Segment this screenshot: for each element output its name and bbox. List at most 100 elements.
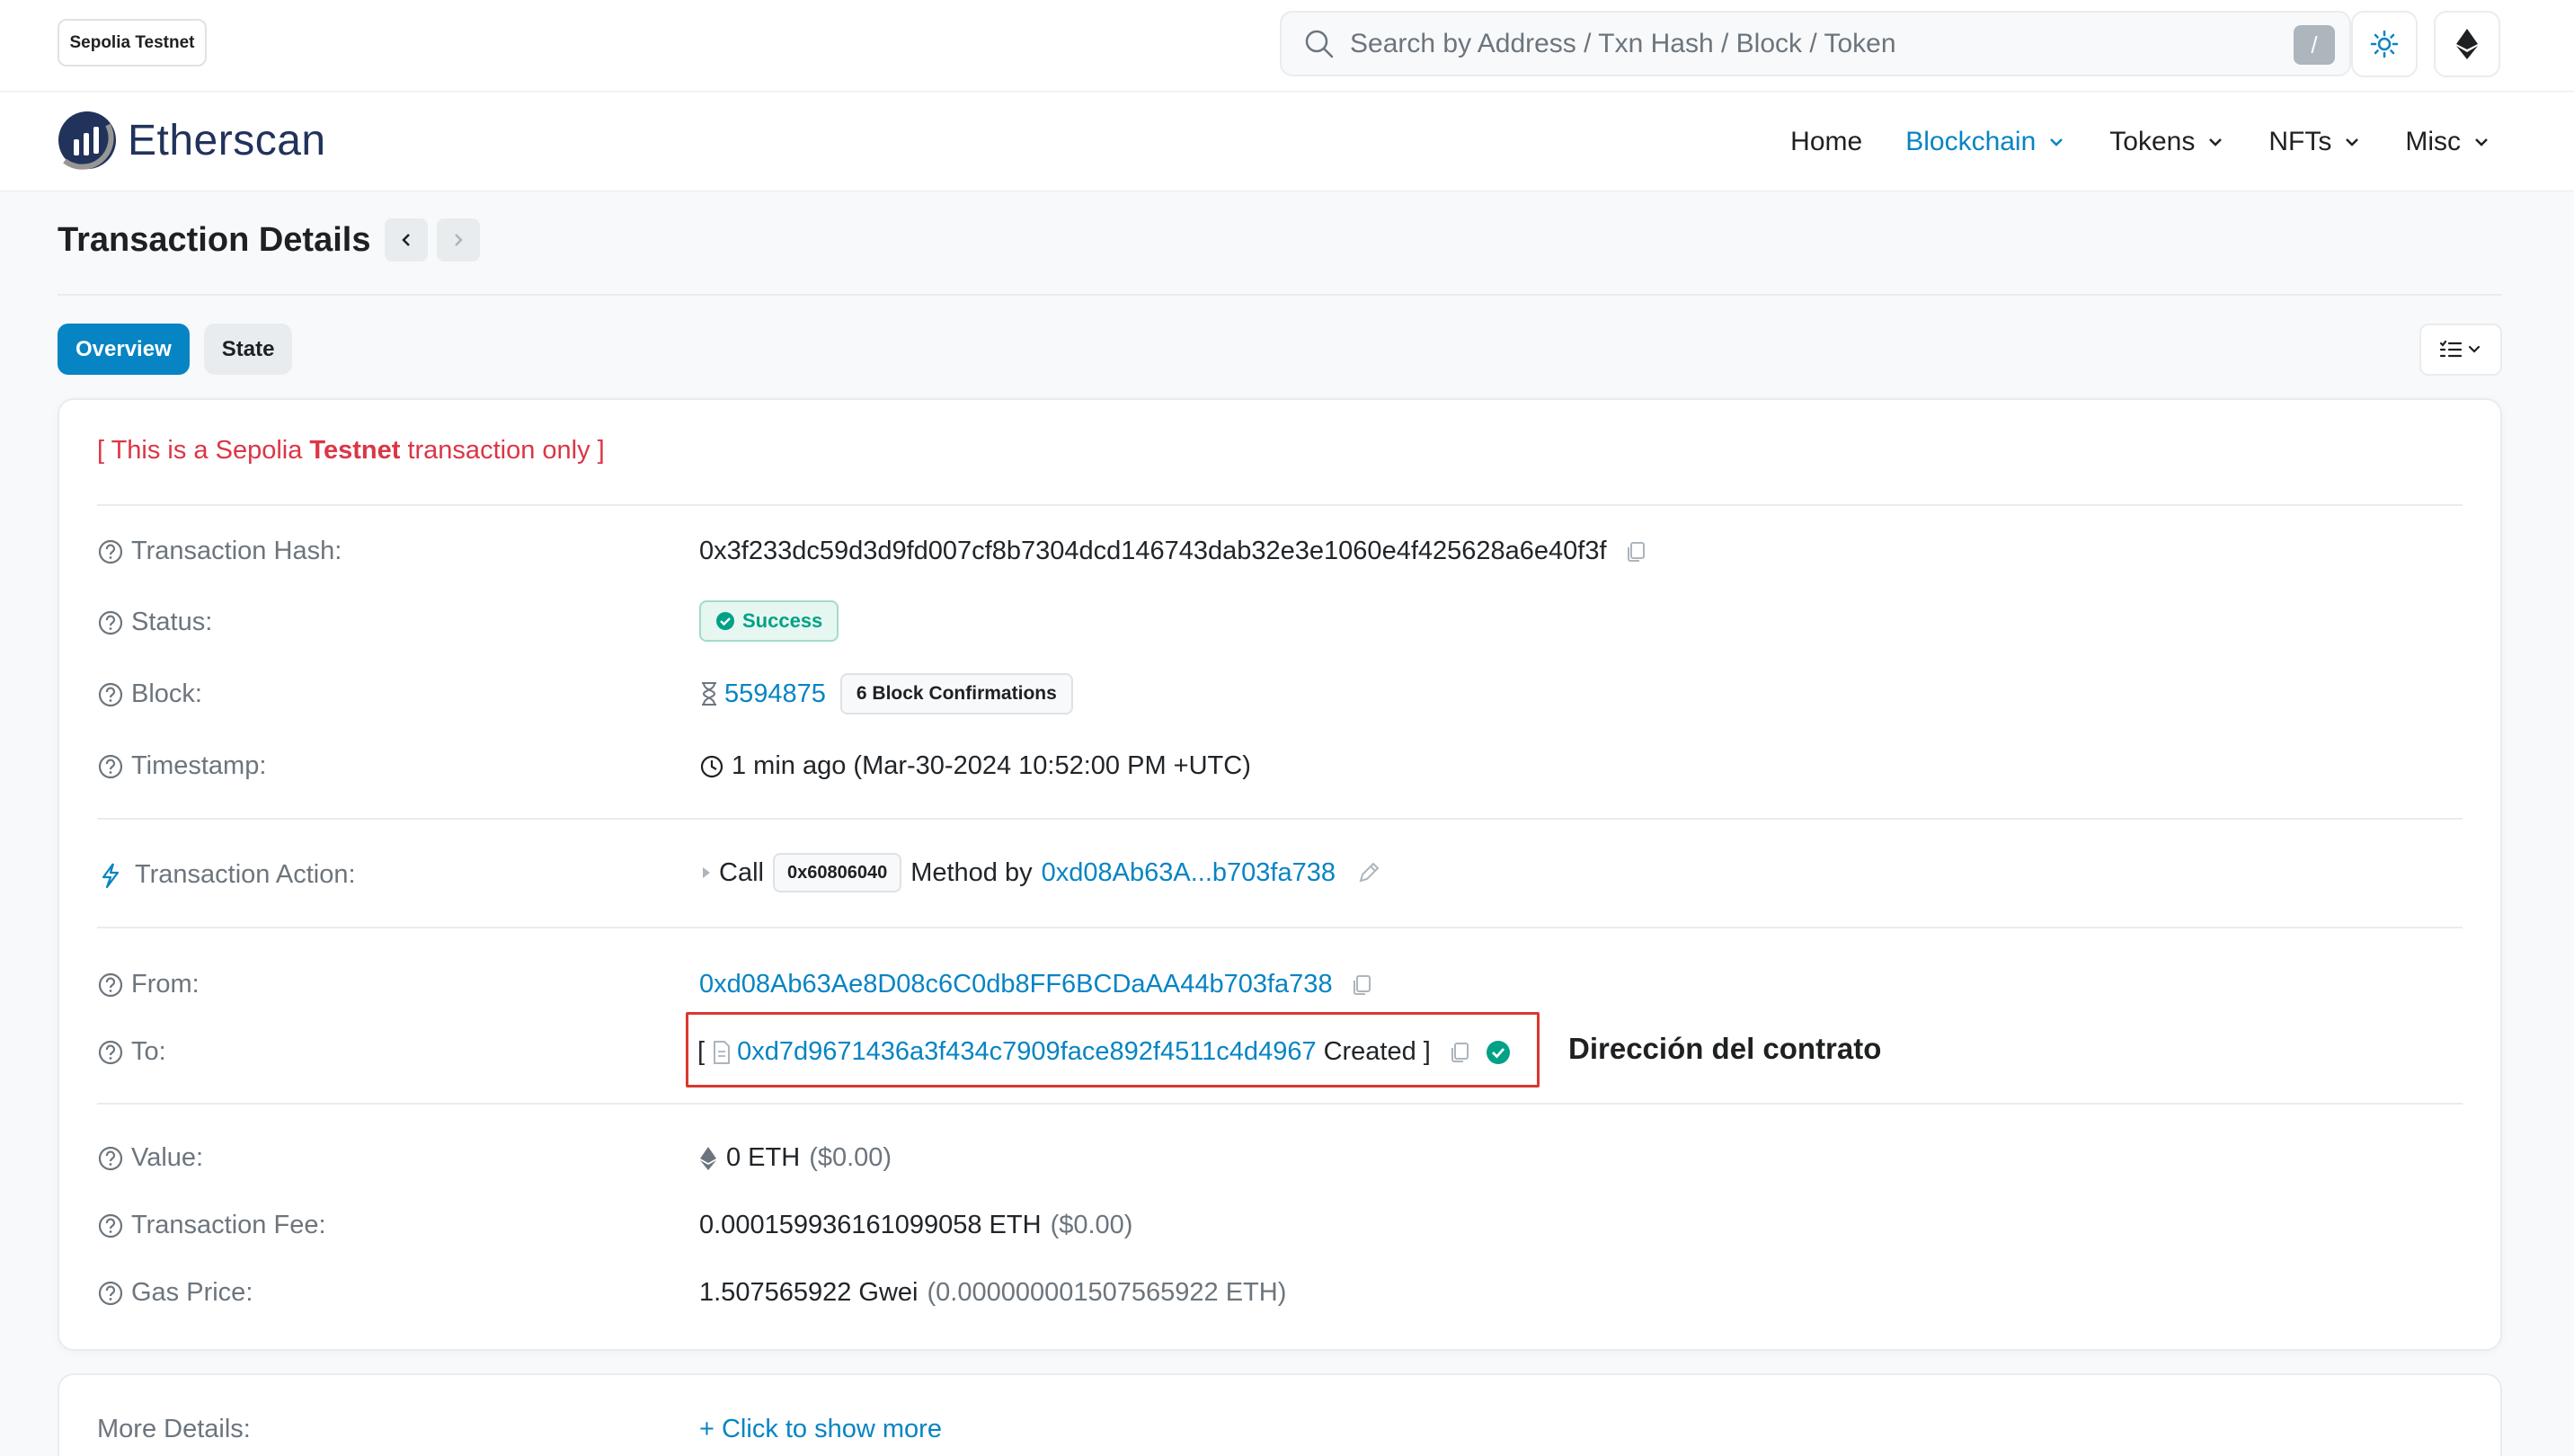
from-address-link[interactable]: 0xd08Ab63Ae8D08c6C0db8FF6BCDaAA44b703fa7… xyxy=(699,970,1333,999)
nav-blockchain[interactable]: Blockchain xyxy=(1905,127,2066,157)
nav-label: Tokens xyxy=(2109,127,2196,156)
block-label: Block: xyxy=(97,679,202,709)
value-amount: 0 ETH xyxy=(726,1143,801,1172)
next-tx-button[interactable] xyxy=(437,218,481,262)
tx-fee-value: 0.000159936161099058 ETH ($0.00) xyxy=(699,1211,1132,1240)
block-value: 5594875 6 Block Confirmations xyxy=(699,673,1073,715)
label-text: Status: xyxy=(131,608,213,636)
network-switch-button[interactable] xyxy=(2434,11,2500,77)
tx-hash-text: 0x3f233dc59d3d9fd007cf8b7304dcd146743dab… xyxy=(699,537,1607,565)
gas-price-label: Gas Price: xyxy=(97,1278,253,1308)
value-value: 0 ETH ($0.00) xyxy=(699,1143,892,1173)
show-more-link[interactable]: + Click to show more xyxy=(699,1415,942,1444)
label-text: Gas Price: xyxy=(131,1278,253,1307)
label-text: Timestamp: xyxy=(131,751,267,780)
tx-action-value: Call 0x60806040 Method by 0xd08Ab63A...b… xyxy=(699,853,1382,892)
annotation-highlight-box xyxy=(686,1012,1540,1088)
detail-tabs: Overview State xyxy=(58,324,306,375)
list-options-icon xyxy=(2439,340,2481,358)
search-shortcut-key: / xyxy=(2294,25,2335,65)
lightning-icon xyxy=(102,862,120,888)
label-text: Transaction Hash: xyxy=(131,537,342,565)
etherscan-logo[interactable]: Etherscan xyxy=(56,109,326,172)
question-circle-icon[interactable] xyxy=(97,1039,124,1066)
nav-label: Blockchain xyxy=(1905,127,2037,156)
question-circle-icon[interactable] xyxy=(97,1145,124,1172)
etherscan-logo-icon xyxy=(58,111,116,170)
chevron-down-icon xyxy=(2050,138,2064,146)
timestamp-value: 1 min ago (Mar-30-2024 10:52:00 PM +UTC) xyxy=(699,751,1251,781)
main-navbar: Etherscan Home Blockchain Tokens NFTs Mi… xyxy=(0,93,2574,191)
divider xyxy=(97,818,2463,820)
chevron-left-icon xyxy=(402,234,411,246)
label-text: Transaction Action: xyxy=(135,860,356,889)
annotation-label: Dirección del contrato xyxy=(1568,1032,1882,1065)
copy-icon[interactable] xyxy=(1623,539,1648,564)
tx-fee-label: Transaction Fee: xyxy=(97,1211,326,1240)
question-circle-icon[interactable] xyxy=(97,1280,124,1307)
edit-pencil-icon[interactable] xyxy=(1355,859,1382,886)
label-text: Value: xyxy=(131,1143,204,1172)
label-text: From: xyxy=(131,970,200,999)
more-details-label: More Details: xyxy=(97,1415,251,1443)
chevron-down-icon xyxy=(2475,138,2488,146)
hourglass-icon xyxy=(702,682,716,706)
divider xyxy=(97,1103,2463,1105)
theme-toggle-button[interactable] xyxy=(2351,11,2418,77)
chevron-down-icon xyxy=(2209,138,2223,146)
question-circle-icon[interactable] xyxy=(97,609,124,636)
testnet-notice: [ This is a Sepolia Testnet transaction … xyxy=(97,436,605,466)
search-input[interactable]: Search by Address / Txn Hash / Block / T… xyxy=(1350,29,1896,59)
network-badge[interactable]: Sepolia Testnet xyxy=(58,19,207,67)
tx-hash-value: 0x3f233dc59d3d9fd007cf8b7304dcd146743dab… xyxy=(699,537,1648,566)
check-circle-icon xyxy=(716,612,734,630)
block-number-link[interactable]: 5594875 xyxy=(724,679,826,709)
nav-tokens[interactable]: Tokens xyxy=(2109,127,2225,157)
page-header: Transaction Details xyxy=(58,218,481,262)
tx-action-label: Transaction Action: xyxy=(97,860,356,890)
label-text: Transaction Fee: xyxy=(131,1211,326,1239)
value-usd: ($0.00) xyxy=(809,1143,892,1172)
fee-amount: 0.000159936161099058 ETH xyxy=(699,1211,1042,1239)
divider xyxy=(97,927,2463,928)
nav-menu: Home Blockchain Tokens NFTs Misc xyxy=(1747,93,2491,191)
label-text: Block: xyxy=(131,679,202,708)
question-circle-icon[interactable] xyxy=(97,972,124,999)
label-text: To: xyxy=(131,1037,166,1066)
method-id-badge: 0x60806040 xyxy=(772,853,902,892)
timestamp-label: Timestamp: xyxy=(97,751,266,781)
divider xyxy=(97,504,2463,506)
question-circle-icon[interactable] xyxy=(97,1212,124,1239)
caret-right-icon[interactable] xyxy=(699,864,714,882)
notice-prefix: [ This is a Sepolia xyxy=(97,436,310,465)
nav-misc[interactable]: Misc xyxy=(2405,127,2491,157)
status-label: Status: xyxy=(97,608,212,637)
nav-home[interactable]: Home xyxy=(1790,127,1862,157)
view-options-button[interactable] xyxy=(2419,324,2502,376)
block-confirmations-badge: 6 Block Confirmations xyxy=(839,673,1073,715)
status-badge: Success xyxy=(699,600,839,642)
status-text: Success xyxy=(742,609,823,632)
question-circle-icon[interactable] xyxy=(97,753,124,780)
chevron-down-icon xyxy=(2346,138,2359,146)
clock-icon xyxy=(700,755,723,777)
search-bar[interactable]: Search by Address / Txn Hash / Block / T… xyxy=(1280,11,2351,76)
to-label: To: xyxy=(97,1037,166,1067)
notice-bold: Testnet xyxy=(309,436,401,465)
question-circle-icon[interactable] xyxy=(97,681,124,708)
top-bar: Sepolia Testnet Search by Address / Txn … xyxy=(0,0,2574,92)
nav-nfts[interactable]: NFTs xyxy=(2268,127,2362,157)
header-divider xyxy=(58,294,2502,296)
value-label: Value: xyxy=(97,1143,203,1173)
tab-overview[interactable]: Overview xyxy=(58,324,190,375)
ethereum-icon xyxy=(2456,29,2478,59)
question-circle-icon[interactable] xyxy=(97,538,124,565)
copy-icon[interactable] xyxy=(1349,972,1374,998)
gas-price-eth: (0.000000001507565922 ETH) xyxy=(927,1278,1287,1307)
tab-state[interactable]: State xyxy=(203,324,293,375)
method-by-address-link[interactable]: 0xd08Ab63A...b703fa738 xyxy=(1042,858,1336,888)
nav-label: Misc xyxy=(2405,127,2461,156)
more-details-card: More Details: + Click to show more xyxy=(58,1373,2502,1456)
previous-tx-button[interactable] xyxy=(385,218,429,262)
notice-suffix: transaction only ] xyxy=(400,436,605,465)
